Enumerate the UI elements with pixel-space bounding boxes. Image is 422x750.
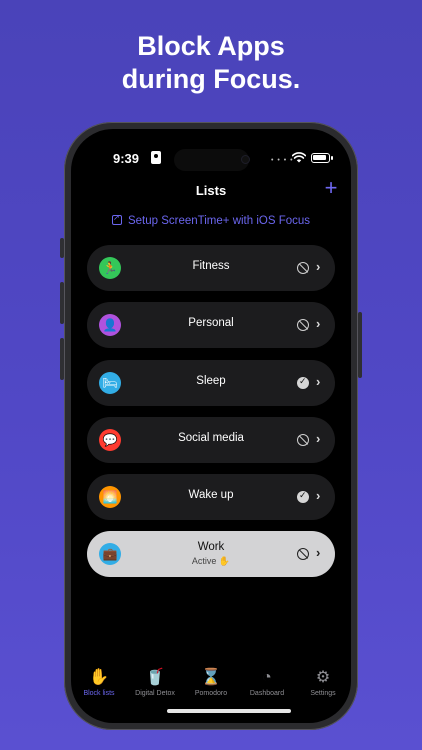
person-icon: 👤	[99, 314, 121, 337]
sunrise-icon: 🌅	[99, 486, 121, 509]
pie-chart-icon: ◔	[262, 669, 272, 686]
tab-label: Pomodoro	[194, 690, 228, 697]
tab-label: Settings	[310, 690, 336, 697]
block-lists: 🏃 Fitness › 👤 Personal › 🛏 Sleep › 💬 Soc…	[87, 245, 335, 589]
phone-screen: 9:39 • • • • Lists + Setup ScreenTime+ w…	[71, 129, 351, 723]
list-row-work[interactable]: 💼 Work Active ✋ ›	[87, 531, 335, 578]
speech-bubble-icon: 💬	[99, 428, 121, 451]
cup-icon: 🥤	[145, 669, 165, 686]
add-list-button[interactable]: +	[320, 177, 342, 199]
list-row-fitness[interactable]: 🏃 Fitness ›	[87, 245, 335, 291]
tab-settings[interactable]: ⚙ Settings	[295, 667, 351, 697]
blocked-icon	[297, 433, 309, 446]
list-name: Wake up	[188, 489, 234, 502]
battery-icon	[311, 153, 333, 163]
camera-icon	[241, 155, 250, 164]
list-row-personal[interactable]: 👤 Personal ›	[87, 302, 335, 349]
tab-pomodoro[interactable]: ⌛ Pomodoro	[183, 667, 239, 697]
active-status: Active ✋	[191, 556, 231, 567]
hand-icon: ✋	[89, 669, 109, 686]
bed-icon: 🛏	[99, 371, 121, 394]
setup-link-label: Setup ScreenTime+ with iOS Focus	[127, 215, 311, 227]
list-name: Personal	[188, 317, 234, 330]
headline: Block Apps during Focus.	[0, 30, 422, 96]
wifi-icon	[292, 152, 306, 163]
blocked-icon	[297, 548, 309, 561]
tab-block-lists[interactable]: ✋ Block lists	[71, 667, 127, 697]
tab-dashboard[interactable]: ◔ Dashboard	[239, 667, 295, 697]
list-name: Social media	[178, 431, 244, 444]
verified-badge-icon	[297, 490, 309, 504]
tab-digital-detox[interactable]: 🥤 Digital Detox	[127, 667, 183, 697]
list-row-sleep[interactable]: 🛏 Sleep ›	[87, 359, 335, 406]
list-name: Work	[197, 541, 225, 554]
chevron-right-icon: ›	[316, 316, 321, 332]
headline-line-2: during Focus.	[121, 64, 301, 94]
verified-badge-icon	[297, 376, 309, 389]
tab-label: Digital Detox	[135, 690, 175, 697]
plus-icon: +	[324, 175, 338, 200]
page-title: Lists	[195, 183, 227, 198]
headline-line-1: Block Apps	[137, 31, 285, 61]
home-indicator[interactable]	[167, 709, 291, 713]
list-name: Sleep	[196, 374, 226, 387]
tab-label: Dashboard	[249, 690, 285, 697]
dynamic-island	[174, 149, 249, 171]
list-name: Fitness	[192, 260, 230, 272]
contact-card-icon	[151, 151, 161, 164]
chevron-right-icon: ›	[316, 373, 321, 389]
chevron-right-icon: ›	[316, 545, 321, 561]
hourglass-icon: ⌛	[201, 669, 221, 686]
list-row-social-media[interactable]: 💬 Social media ›	[87, 416, 335, 463]
setup-focus-link[interactable]: Setup ScreenTime+ with iOS Focus	[71, 213, 351, 227]
phone-frame: 9:39 • • • • Lists + Setup ScreenTime+ w…	[64, 122, 358, 730]
side-button	[358, 312, 362, 378]
status-bar: 9:39 • • • •	[71, 149, 351, 171]
chevron-right-icon: ›	[316, 488, 321, 504]
list-row-wake-up[interactable]: 🌅 Wake up ›	[87, 474, 335, 521]
external-link-icon	[111, 213, 122, 225]
blocked-icon	[297, 319, 309, 332]
briefcase-icon: 💼	[99, 543, 121, 566]
blocked-icon	[297, 262, 309, 274]
tab-label: Block lists	[83, 690, 115, 697]
cellular-signal-icon: • • • •	[271, 157, 294, 164]
chevron-right-icon: ›	[316, 430, 321, 446]
status-time: 9:39	[113, 151, 140, 166]
tab-bar: ✋ Block lists 🥤 Digital Detox ⌛ Pomodoro…	[71, 667, 351, 707]
gear-icon: ⚙	[315, 669, 331, 686]
running-icon: 🏃	[99, 257, 121, 279]
chevron-right-icon: ›	[316, 259, 321, 274]
